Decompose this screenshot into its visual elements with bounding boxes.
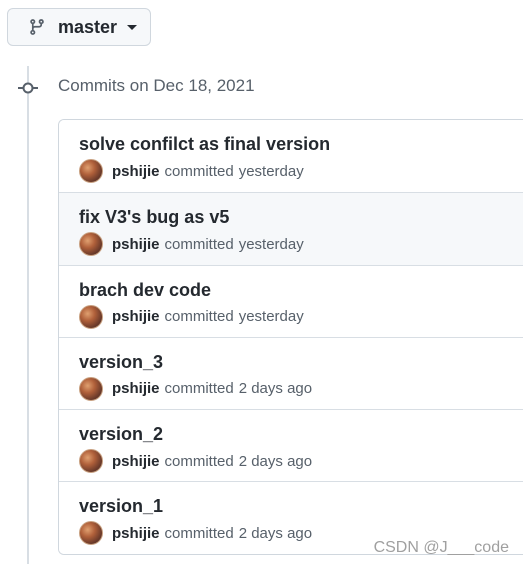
branch-name: master bbox=[58, 16, 118, 37]
commit-row: solve confilct as final version pshijie … bbox=[59, 120, 523, 193]
commits-page: master Commits on Dec 18, 2021 solve con… bbox=[0, 0, 523, 564]
commit-meta: pshijie committed 2 days ago bbox=[79, 449, 523, 474]
commit-action: committed bbox=[164, 452, 234, 470]
commit-time: yesterday bbox=[238, 308, 304, 326]
commit-list: solve confilct as final version pshijie … bbox=[58, 119, 523, 555]
commit-action: committed bbox=[164, 235, 234, 253]
commit-author-link[interactable]: pshijie bbox=[112, 163, 160, 180]
commit-title-link[interactable]: version_2 bbox=[79, 423, 523, 445]
commit-title-link[interactable]: version_1 bbox=[79, 495, 523, 517]
commit-time: 2 days ago bbox=[238, 380, 313, 398]
commit-time: 2 days ago bbox=[238, 524, 313, 542]
chevron-down-icon bbox=[127, 24, 138, 30]
commit-author-link[interactable]: pshijie bbox=[112, 453, 160, 470]
commit-time: yesterday bbox=[238, 235, 304, 253]
commit-action: committed bbox=[164, 524, 234, 542]
commit-row: fix V3's bug as v5 pshijie committed yes… bbox=[59, 192, 523, 265]
commit-author-link[interactable]: pshijie bbox=[112, 236, 160, 253]
commit-title-link[interactable]: fix V3's bug as v5 bbox=[79, 206, 523, 228]
commit-action: committed bbox=[164, 162, 234, 180]
git-branch-icon bbox=[30, 19, 44, 35]
avatar[interactable] bbox=[79, 232, 103, 257]
avatar[interactable] bbox=[79, 521, 103, 546]
avatar[interactable] bbox=[79, 449, 103, 474]
commit-title-link[interactable]: solve confilct as final version bbox=[79, 133, 523, 155]
commit-author-link[interactable]: pshijie bbox=[112, 308, 160, 325]
watermark: CSDN @J___code bbox=[373, 539, 509, 556]
commit-title-link[interactable]: version_3 bbox=[79, 351, 523, 373]
timeline-line bbox=[27, 66, 29, 564]
commit-meta: pshijie committed yesterday bbox=[79, 304, 523, 329]
commit-row: version_2 pshijie committed 2 days ago bbox=[59, 409, 523, 482]
branch-select-button[interactable]: master bbox=[7, 8, 151, 46]
commit-meta: pshijie committed yesterday bbox=[79, 232, 523, 257]
commit-row: version_3 pshijie committed 2 days ago bbox=[59, 336, 523, 410]
commit-meta: pshijie committed yesterday bbox=[79, 159, 523, 183]
commit-meta: pshijie committed 2 days ago bbox=[79, 376, 523, 401]
git-commit-icon bbox=[18, 82, 38, 94]
commit-row: brach dev code pshijie committed yesterd… bbox=[59, 264, 523, 337]
commit-author-link[interactable]: pshijie bbox=[112, 380, 160, 397]
commit-group-heading: Commits on Dec 18, 2021 bbox=[58, 76, 255, 95]
commit-time: yesterday bbox=[238, 162, 304, 180]
commit-action: committed bbox=[164, 308, 234, 326]
commit-time: 2 days ago bbox=[238, 452, 313, 470]
commit-action: committed bbox=[164, 380, 234, 398]
avatar[interactable] bbox=[79, 159, 103, 183]
avatar[interactable] bbox=[79, 304, 103, 329]
avatar[interactable] bbox=[79, 376, 103, 401]
commit-author-link[interactable]: pshijie bbox=[112, 525, 160, 542]
commit-title-link[interactable]: brach dev code bbox=[79, 279, 523, 301]
